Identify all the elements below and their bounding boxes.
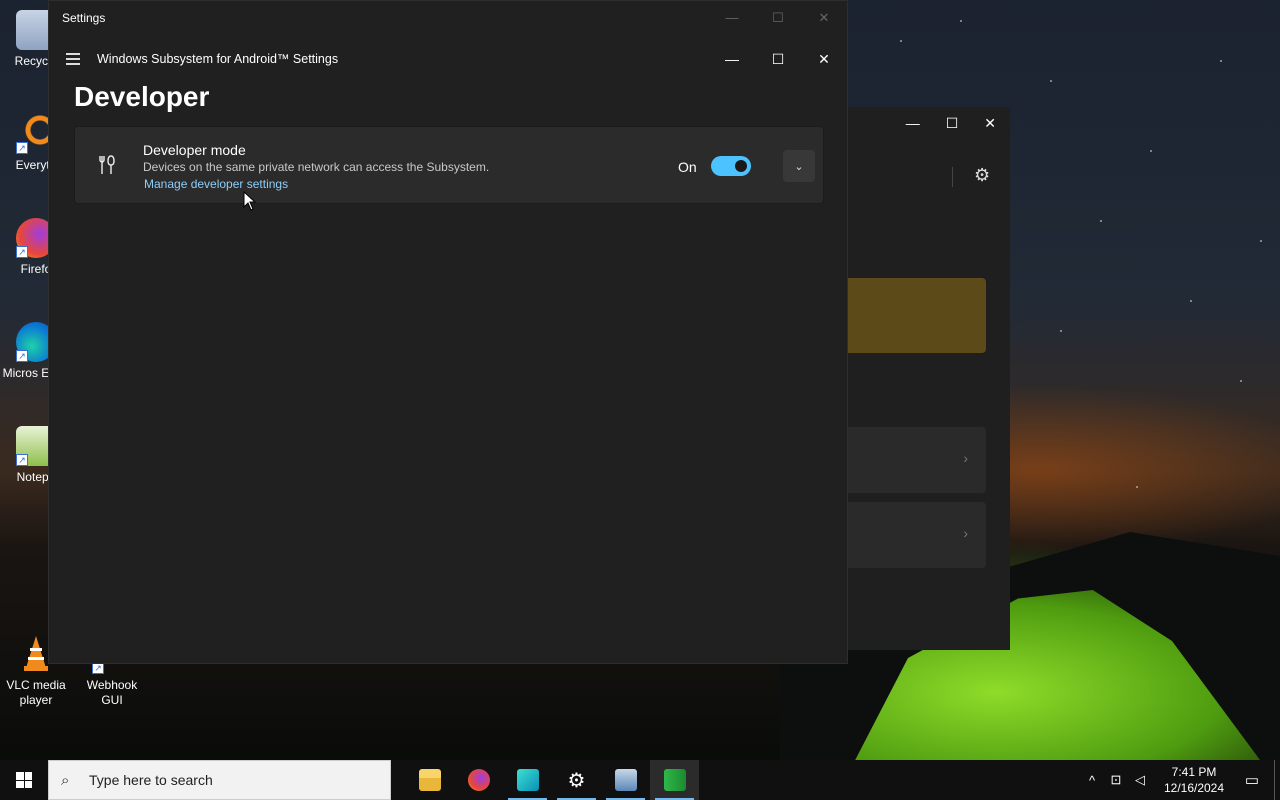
wsa-icon xyxy=(516,769,539,791)
gear-icon[interactable]: ⚙ xyxy=(974,165,990,186)
taskbar-firefox[interactable] xyxy=(454,760,503,800)
clock[interactable]: 7:41 PM 12/16/2024 xyxy=(1158,764,1230,796)
network-icon[interactable]: ⊡ xyxy=(1104,772,1128,788)
developer-mode-toggle[interactable] xyxy=(711,156,751,176)
settings-window: Settings — ☐ ✕ Windows Subsystem for And… xyxy=(48,0,848,664)
taskbar-settings[interactable]: ⚙ xyxy=(552,760,601,800)
start-button[interactable] xyxy=(0,760,48,800)
minimize-icon[interactable]: — xyxy=(709,10,755,26)
expand-button[interactable]: ⌄ xyxy=(783,150,815,182)
taskbar: ⌕ Type here to search ⚙ ^ ⊡ ◁ 7:41 PM 12… xyxy=(0,760,1280,800)
firefox-icon xyxy=(467,769,490,791)
developer-mode-description: Devices on the same private network can … xyxy=(143,160,490,174)
system-tray: ^ ⊡ ◁ 7:41 PM 12/16/2024 ▭ xyxy=(1080,760,1280,800)
banner-card xyxy=(846,278,986,353)
chevron-down-icon: ⌄ xyxy=(794,160,804,173)
wsa-header: Windows Subsystem for Android™ Settings … xyxy=(49,35,847,83)
background-window-controls: — ☐ ✕ xyxy=(906,115,996,132)
taskbar-apps: ⚙ xyxy=(405,760,699,800)
control-panel-icon xyxy=(614,769,637,791)
settings-titlebar[interactable]: Settings — ☐ ✕ xyxy=(49,1,847,35)
close-icon[interactable]: ✕ xyxy=(801,51,847,68)
background-window: — ☐ ✕ ⚙ › › xyxy=(846,107,1010,650)
chevron-up-icon[interactable]: ^ xyxy=(1080,773,1104,788)
android-app-icon xyxy=(663,769,686,791)
search-icon: ⌕ xyxy=(61,771,70,789)
taskbar-wsa-app[interactable] xyxy=(503,760,552,800)
developer-mode-card: Developer mode Devices on the same priva… xyxy=(74,126,824,204)
search-placeholder: Type here to search xyxy=(89,772,213,788)
clock-date: 12/16/2024 xyxy=(1163,781,1225,795)
volume-muted-icon[interactable]: ◁ xyxy=(1128,772,1152,788)
gear-icon: ⚙ xyxy=(567,769,586,792)
divider xyxy=(952,167,953,187)
list-item[interactable]: › xyxy=(846,427,986,493)
toggle-state-label: On xyxy=(678,159,697,175)
app-title: Windows Subsystem for Android™ Settings xyxy=(97,52,339,66)
folder-icon xyxy=(418,769,441,791)
chevron-right-icon: › xyxy=(963,450,968,466)
windows-logo-icon xyxy=(16,772,32,788)
window-controls: — ☐ ✕ xyxy=(709,51,847,68)
wsa-settings-window: Windows Subsystem for Android™ Settings … xyxy=(49,35,847,663)
mouse-cursor xyxy=(243,190,257,216)
maximize-icon[interactable]: ☐ xyxy=(946,115,959,132)
minimize-icon[interactable]: — xyxy=(906,115,920,132)
maximize-icon[interactable]: ☐ xyxy=(755,10,801,26)
show-desktop-button[interactable] xyxy=(1274,760,1280,800)
clock-time: 7:41 PM xyxy=(1171,765,1217,779)
taskbar-search-box[interactable]: ⌕ Type here to search xyxy=(48,760,391,800)
notification-icon[interactable]: ▭ xyxy=(1230,771,1274,789)
developer-mode-title: Developer mode xyxy=(143,142,246,158)
close-icon[interactable]: ✕ xyxy=(801,10,847,26)
taskbar-file-explorer[interactable] xyxy=(405,760,454,800)
desktop-icon-label: Webhook GUI xyxy=(86,678,138,707)
chevron-right-icon: › xyxy=(963,525,968,541)
desktop-icon-label: VLC media player xyxy=(6,678,66,707)
window-controls: — ☐ ✕ xyxy=(709,10,847,26)
close-icon[interactable]: ✕ xyxy=(984,115,996,132)
page-title: Developer xyxy=(74,81,210,112)
window-title: Settings xyxy=(62,11,106,25)
maximize-icon[interactable]: ☐ xyxy=(755,51,801,68)
minimize-icon[interactable]: — xyxy=(709,51,755,68)
manage-developer-settings-link[interactable]: Manage developer settings xyxy=(144,177,288,191)
taskbar-control-panel[interactable] xyxy=(601,760,650,800)
hamburger-menu-icon[interactable] xyxy=(49,35,97,83)
taskbar-android-app[interactable] xyxy=(650,760,699,800)
list-item[interactable]: › xyxy=(846,502,986,568)
developer-tools-icon xyxy=(97,154,119,176)
